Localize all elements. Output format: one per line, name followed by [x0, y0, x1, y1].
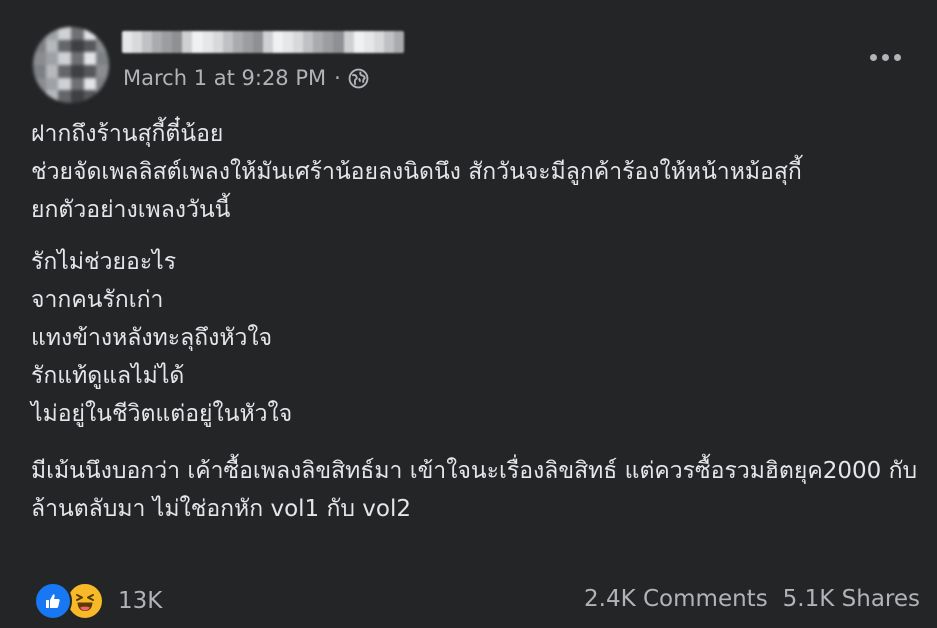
avatar-pixel — [96, 52, 109, 65]
paragraph-1: ฝากถึงร้านสุกี้ตี๋น้อย ช่วยจัดเพลลิสต์เพ… — [31, 115, 921, 229]
avatar-pixel — [45, 65, 59, 78]
more-dot — [869, 53, 877, 61]
author-pixel — [162, 31, 173, 53]
more-options-icon[interactable] — [866, 45, 904, 69]
avatar-pixel — [83, 52, 97, 65]
avatar-pixel — [83, 65, 97, 78]
shares-count-link[interactable]: 5.1K Shares — [783, 586, 920, 612]
avatar-pixel — [83, 39, 97, 53]
author-pixel — [212, 31, 223, 53]
avatar-pixel — [71, 90, 84, 103]
facebook-post: March 1 at 9:28 PM · ฝากถึงร้านสุกี้ตี๋น… — [0, 0, 937, 628]
avatar-pixel — [71, 39, 84, 53]
avatar-pixel — [45, 77, 59, 91]
avatar-pixel — [33, 27, 46, 40]
avatar-pixel — [33, 52, 46, 65]
avatar-pixel — [71, 65, 84, 78]
post-timestamp[interactable]: March 1 at 9:28 PM — [123, 66, 326, 90]
avatar-pixel — [96, 39, 109, 53]
avatar-pixel — [83, 90, 97, 103]
avatar-pixel — [96, 77, 109, 91]
author-pixel — [333, 31, 344, 53]
avatar-pixel — [96, 27, 109, 40]
avatar-pixel — [33, 39, 46, 53]
author-pixel — [222, 31, 233, 53]
author-pixel — [172, 31, 183, 53]
body-line: ยกตัวอย่างเพลงวันนี้ — [31, 197, 231, 223]
author-pixel — [353, 31, 364, 53]
author-pixel — [373, 31, 384, 53]
more-dot — [893, 53, 901, 61]
author-pixel — [383, 31, 394, 53]
body-line: มีเม้นนึงบอกว่า เค้าซื้อเพลงลิขสิทธ์มา เ… — [31, 458, 918, 522]
avatar-pixel — [58, 39, 71, 53]
author-pixel — [232, 31, 243, 53]
avatar-pixel — [96, 90, 109, 103]
body-line: รักไม่ช่วยอะไร — [31, 249, 177, 275]
author-pixel — [252, 31, 263, 53]
author-pixel — [152, 31, 163, 53]
avatar-pixel — [45, 27, 59, 40]
body-line: ฝากถึงร้านสุกี้ตี๋น้อย — [31, 121, 224, 147]
comments-count-link[interactable]: 2.4K Comments — [584, 586, 768, 612]
avatar-pixel — [58, 90, 71, 103]
author-pixel — [313, 31, 324, 53]
like-icon — [34, 582, 72, 620]
author-pixel — [192, 31, 203, 53]
author-pixel — [393, 31, 404, 53]
avatar-pixel — [58, 65, 71, 78]
author-pixel — [293, 31, 304, 53]
author-pixel — [182, 31, 193, 53]
author-name-blurred[interactable] — [122, 31, 404, 53]
body-line: ไม่อยู่ในชีวิตแต่อยู่ในหัวใจ — [31, 401, 293, 427]
avatar-pixel — [33, 90, 46, 103]
globe-icon[interactable] — [348, 68, 369, 89]
body-line: จากคนรักเก่า — [31, 287, 164, 313]
post-body: ฝากถึงร้านสุกี้ตี๋น้อย ช่วยจัดเพลลิสต์เพ… — [31, 115, 921, 528]
author-pixel — [122, 31, 133, 53]
avatar-pixel — [45, 52, 59, 65]
author-pixel — [242, 31, 253, 53]
author-pixel — [343, 31, 354, 53]
post-stats: 2.4K Comments 5.1K Shares — [584, 586, 920, 612]
avatar-pixel — [96, 65, 109, 78]
avatar-pixel — [58, 27, 71, 40]
author-pixel — [142, 31, 153, 53]
author-pixel — [273, 31, 284, 53]
paragraph-2: รักไม่ช่วยอะไร จากคนรักเก่า แทงข้างหลังท… — [31, 243, 921, 433]
avatar[interactable] — [33, 27, 109, 103]
avatar-pixel — [71, 52, 84, 65]
avatar-pixel — [58, 52, 71, 65]
author-pixel — [262, 31, 274, 53]
reactions-summary[interactable]: 13K — [34, 582, 162, 620]
avatar-pixel — [71, 77, 84, 91]
avatar-pixel — [83, 27, 97, 40]
author-pixel — [132, 31, 143, 53]
avatar-pixel — [45, 90, 59, 103]
avatar-pixel — [83, 77, 97, 91]
author-pixel — [283, 31, 294, 53]
avatar-pixel — [58, 77, 71, 91]
body-line: รักแท้ดูแลไม่ได้ — [31, 363, 185, 389]
avatar-pixel — [71, 27, 84, 40]
body-line: ช่วยจัดเพลลิสต์เพลงให้มันเศร้าน้อยลงนิดน… — [31, 159, 802, 185]
author-pixel — [303, 31, 314, 53]
author-pixel — [323, 31, 334, 53]
more-dot — [881, 53, 889, 61]
post-meta: March 1 at 9:28 PM · — [123, 66, 369, 90]
body-line: แทงข้างหลังทะลุถึงหัวใจ — [31, 325, 273, 351]
author-pixel — [202, 31, 213, 53]
avatar-pixel — [45, 39, 59, 53]
avatar-pixel — [33, 65, 46, 78]
meta-separator: · — [334, 66, 341, 90]
author-pixel — [363, 31, 374, 53]
avatar-pixel — [33, 77, 46, 91]
reaction-count: 13K — [118, 588, 163, 614]
paragraph-3: มีเม้นนึงบอกว่า เค้าซื้อเพลงลิขสิทธ์มา เ… — [31, 452, 921, 528]
